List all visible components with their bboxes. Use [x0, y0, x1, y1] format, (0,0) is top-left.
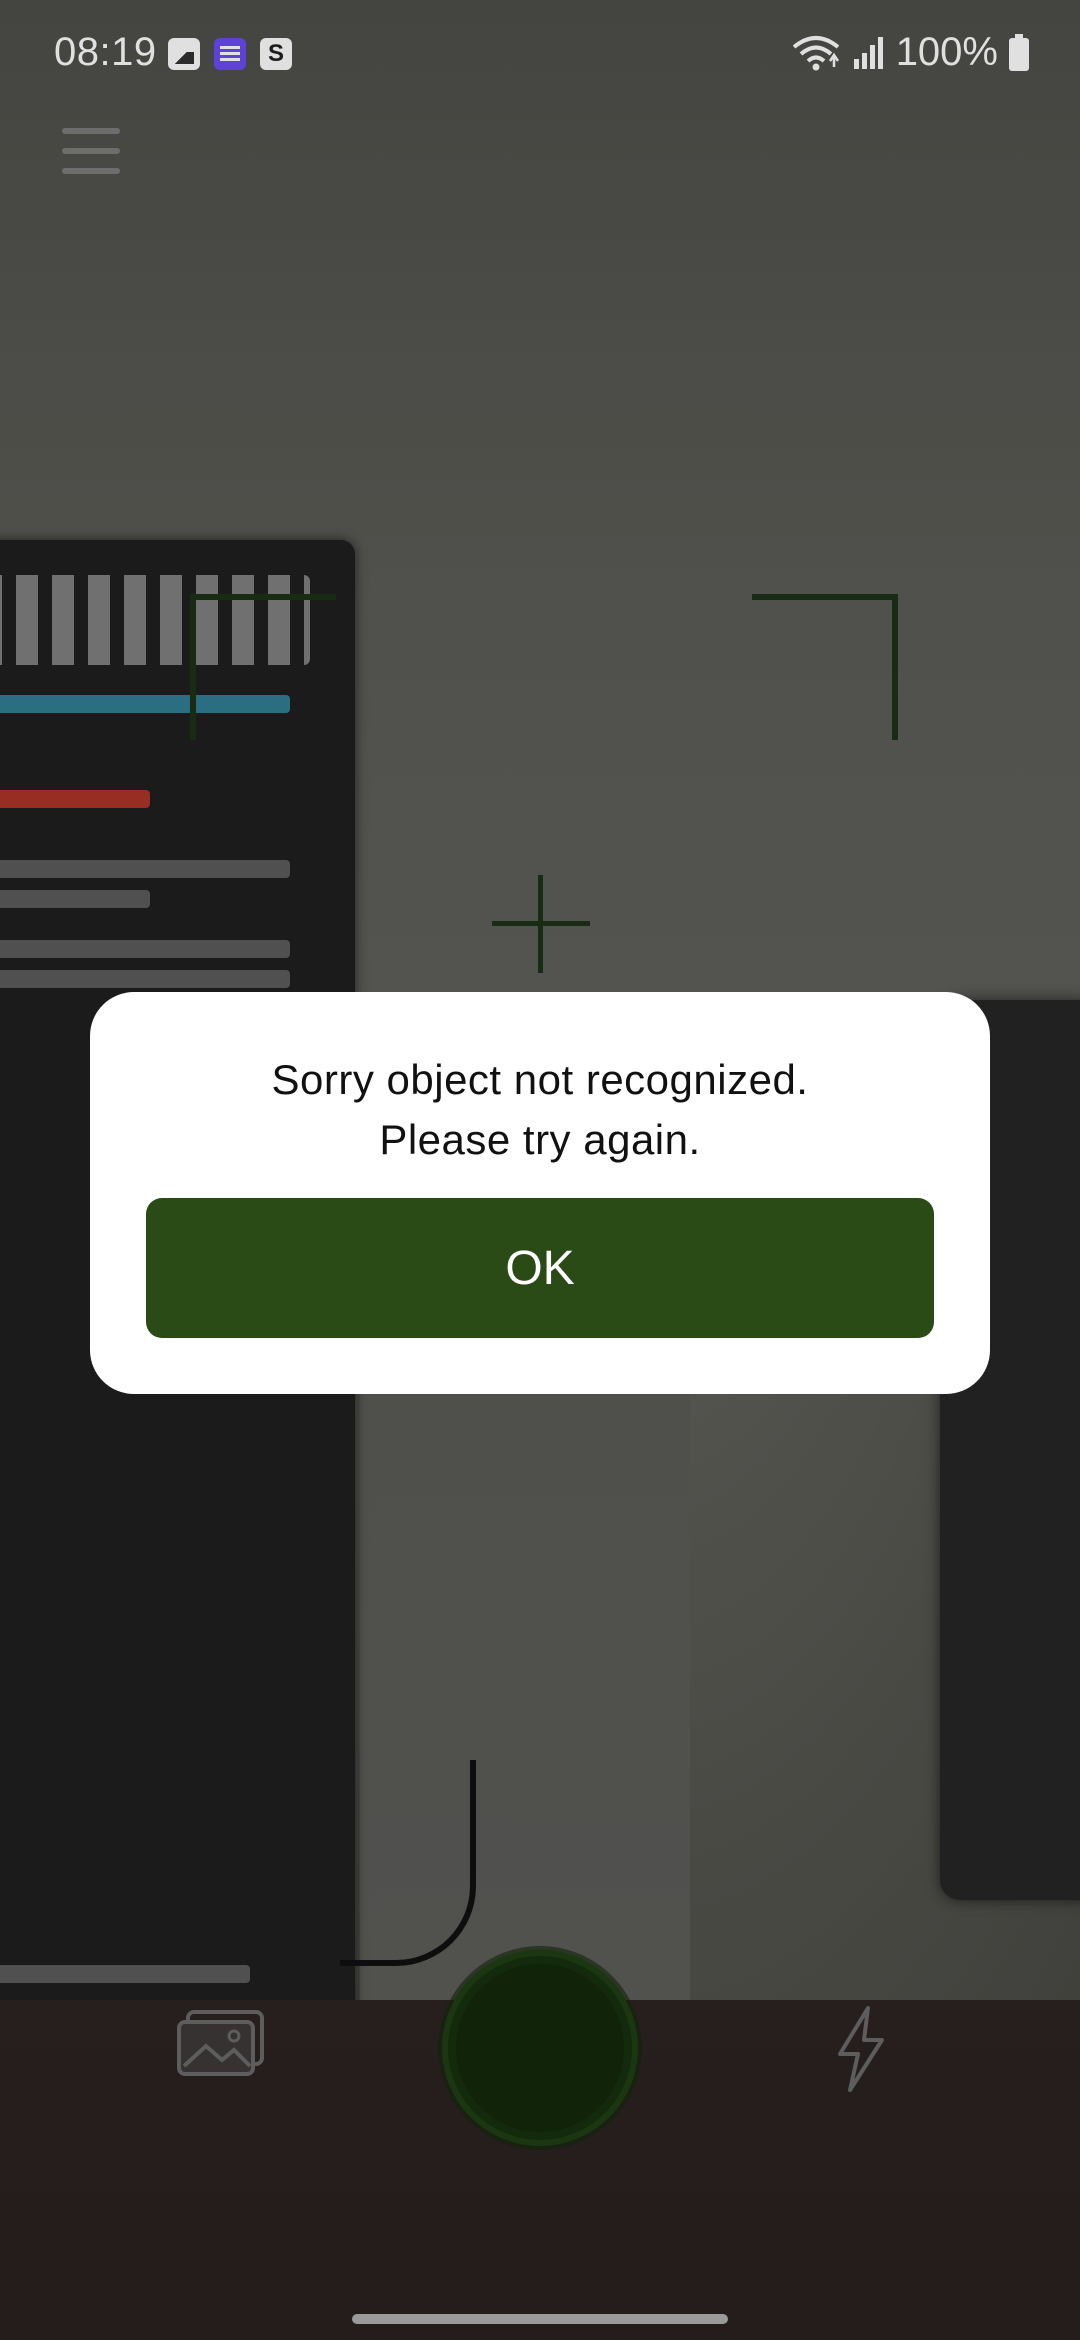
dialog-message-line1: Sorry object not recognized. — [271, 1056, 809, 1103]
dialog-message: Sorry object not recognized. Please try … — [90, 1050, 990, 1170]
dialog-message-line2: Please try again. — [379, 1116, 701, 1163]
ok-button[interactable]: OK — [146, 1198, 934, 1338]
error-dialog: Sorry object not recognized. Please try … — [90, 992, 990, 1394]
home-indicator[interactable] — [352, 2314, 728, 2324]
